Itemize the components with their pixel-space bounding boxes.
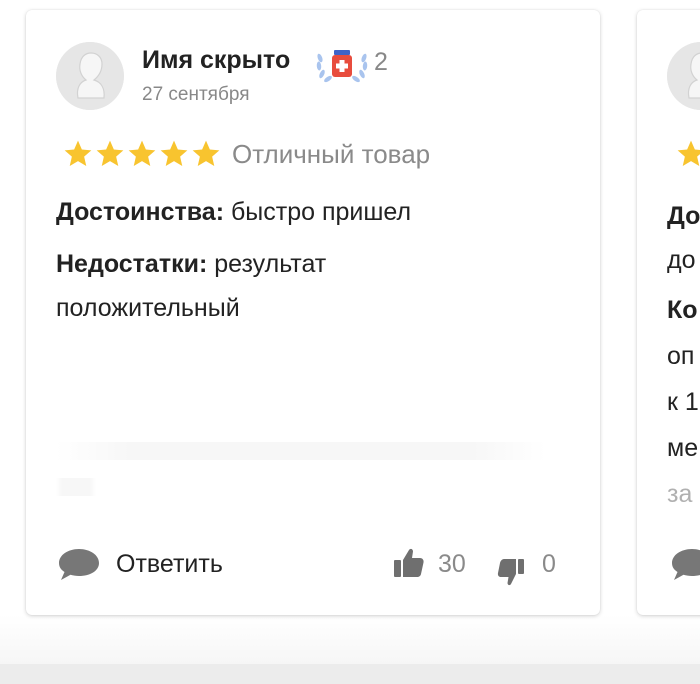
thumbs-up-icon[interactable] bbox=[392, 546, 426, 585]
dislikes-count: 0 bbox=[542, 550, 556, 578]
rating-text: Отличный товар bbox=[232, 139, 431, 169]
cons-label: Недостатки: bbox=[56, 250, 208, 278]
pros-label: Достоинства: bbox=[56, 198, 225, 226]
next-review-line: за bbox=[667, 480, 693, 508]
star-icon bbox=[160, 140, 188, 166]
next-review-line: оп bbox=[667, 342, 695, 370]
review-card: Имя скрыто 2 27 сентября Отличный товар bbox=[26, 10, 600, 615]
likes-count: 30 bbox=[438, 550, 466, 578]
pros-text: быстро пришел bbox=[224, 198, 412, 226]
speech-bubble-icon[interactable] bbox=[669, 546, 700, 587]
next-review-line: До bbox=[667, 202, 700, 230]
badge-count: 2 bbox=[374, 48, 388, 76]
thumbs-down-icon[interactable] bbox=[496, 558, 526, 595]
pros-field: Достоинства: быстро пришел bbox=[56, 190, 576, 234]
expert-badge-icon[interactable] bbox=[314, 44, 370, 84]
reply-button[interactable]: Ответить bbox=[116, 550, 223, 579]
cons-field: Недостатки: результат положительный bbox=[56, 242, 456, 330]
star-icon bbox=[192, 140, 220, 166]
next-review-line: до bbox=[667, 246, 696, 274]
faded-text-line bbox=[56, 478, 96, 496]
avatar-placeholder-icon bbox=[667, 42, 700, 110]
avatar bbox=[56, 42, 124, 110]
rating-stars bbox=[62, 138, 222, 170]
next-review-line: ме bbox=[667, 434, 699, 462]
next-review-card: До до Ко оп к 1 ме за bbox=[637, 10, 700, 615]
star-icon bbox=[677, 140, 700, 166]
next-review-line: Ко bbox=[667, 296, 698, 324]
page-background-band bbox=[0, 615, 700, 665]
next-review-line: к 1 bbox=[667, 388, 699, 416]
avatar bbox=[667, 42, 700, 110]
avatar-placeholder-icon bbox=[56, 42, 124, 110]
star-icon bbox=[64, 140, 92, 166]
review-date: 27 сентября bbox=[142, 84, 250, 105]
page-bottom-band bbox=[0, 664, 700, 684]
speech-bubble-icon[interactable] bbox=[56, 546, 102, 587]
star-icon bbox=[128, 140, 156, 166]
star-icon bbox=[96, 140, 124, 166]
author-name[interactable]: Имя скрыто bbox=[142, 46, 290, 75]
faded-text-line bbox=[56, 442, 546, 460]
